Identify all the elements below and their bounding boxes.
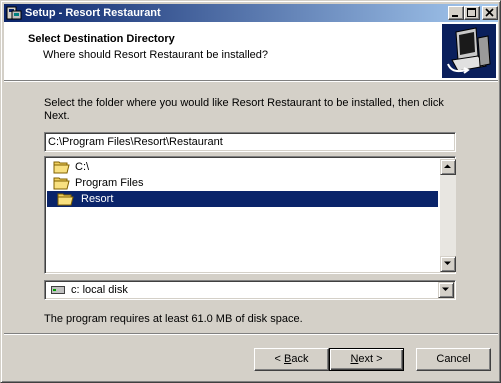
scroll-down-button[interactable] (440, 256, 456, 272)
folder-label: Program Files (75, 177, 144, 189)
next-button[interactable]: Next > (329, 348, 404, 371)
open-folder-icon (57, 193, 74, 206)
minimize-button[interactable] (448, 6, 464, 20)
disk-space-text: The program requires at least 61.0 MB of… (44, 313, 303, 325)
open-folder-icon (53, 177, 70, 190)
title-bar[interactable]: Setup - Resort Restaurant (4, 4, 498, 22)
footer-divider (4, 333, 498, 335)
folder-item-resort[interactable]: Resort (47, 191, 438, 207)
maximize-button[interactable] (464, 6, 480, 20)
folder-item-c-drive[interactable]: C:\ (53, 159, 153, 175)
folder-tree[interactable]: C:\ Program Files Resort (44, 156, 456, 274)
arrow-down-icon (444, 261, 451, 265)
chevron-down-icon (442, 287, 449, 291)
setup-app-icon (6, 6, 22, 20)
window-title: Setup - Resort Restaurant (25, 7, 161, 19)
folder-label: C:\ (75, 161, 90, 173)
hard-drive-icon (51, 286, 65, 294)
computer-install-icon (442, 24, 496, 78)
minimize-icon (452, 15, 458, 17)
next-rest: ext (358, 353, 374, 365)
maximize-icon (467, 8, 476, 17)
back-rest: ack (291, 353, 309, 365)
close-icon (485, 8, 494, 17)
setup-window: Setup - Resort Restaurant Select Destina… (0, 0, 501, 383)
drive-select-value: c: local disk (71, 284, 128, 296)
next-suffix: > (373, 353, 383, 365)
drive-dropdown-button[interactable] (438, 282, 454, 298)
back-prefix: < (274, 353, 284, 365)
open-folder-icon (53, 161, 70, 174)
page-title: Select Destination Directory (28, 33, 175, 45)
page-subtitle: Where should Resort Restaurant be instal… (43, 49, 269, 61)
folder-item-program-files[interactable]: Program Files (53, 175, 193, 191)
close-button[interactable] (482, 6, 498, 20)
arrow-up-icon (444, 164, 451, 168)
cancel-button[interactable]: Cancel (416, 348, 491, 371)
instruction-text: Select the folder where you would like R… (44, 97, 444, 122)
wizard-header: Select Destination Directory Where shoul… (4, 22, 498, 80)
header-divider (4, 80, 498, 82)
tree-scrollbar[interactable] (440, 159, 456, 272)
drive-select[interactable]: c: local disk (44, 280, 456, 300)
back-button[interactable]: < Back (254, 348, 329, 371)
scroll-up-button[interactable] (440, 159, 456, 175)
destination-path-input[interactable] (44, 132, 456, 152)
folder-label: Resort (81, 193, 114, 205)
